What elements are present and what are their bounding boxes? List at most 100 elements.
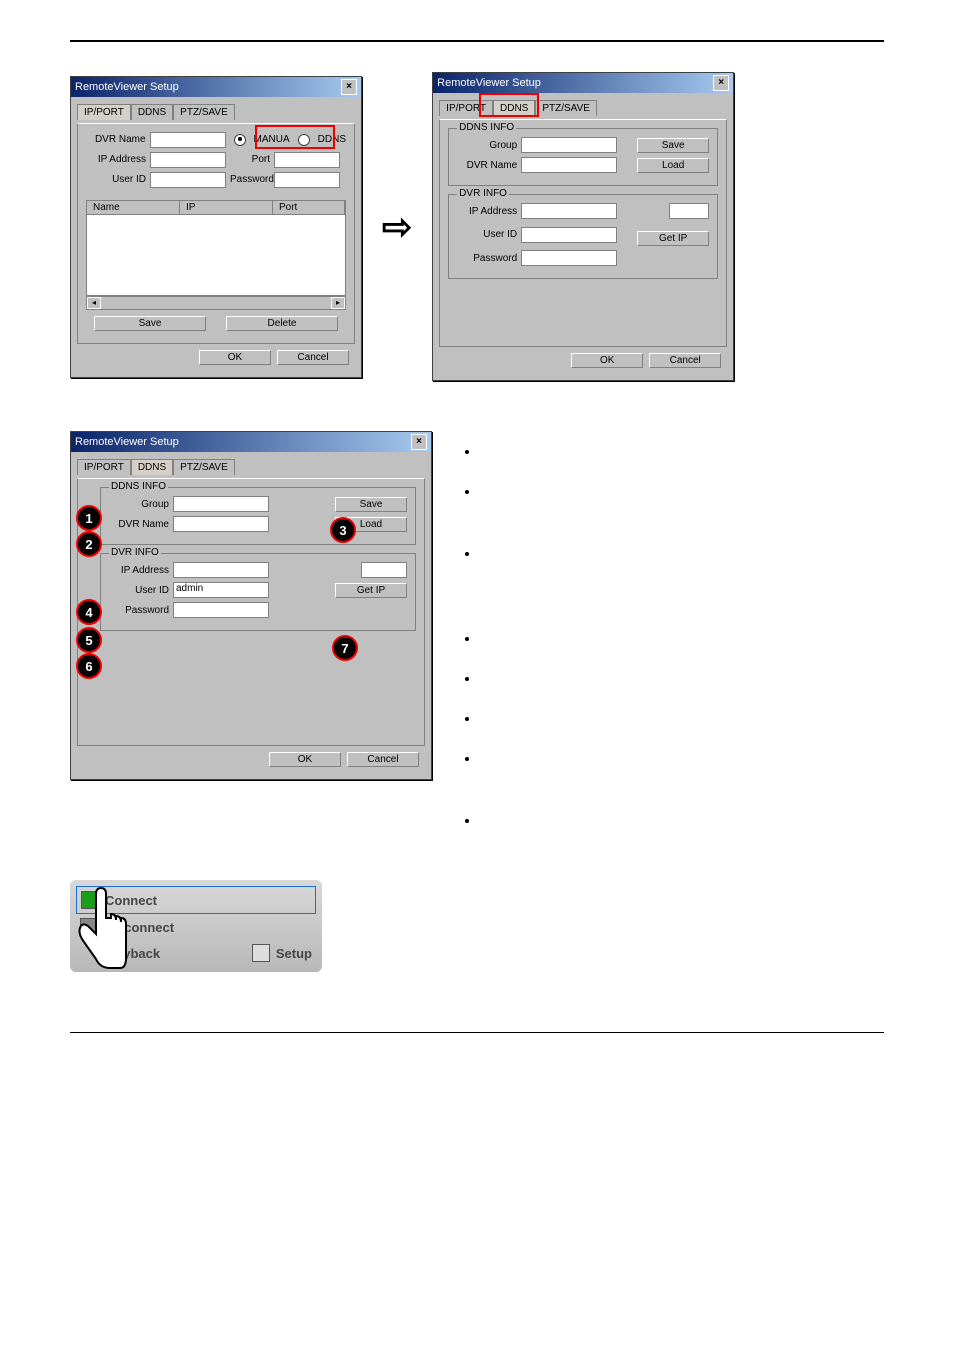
label-dvrname: DVR Name [457, 160, 517, 171]
callout-2: 2 [76, 531, 102, 557]
tab-ptz[interactable]: PTZ/SAVE [173, 104, 235, 120]
password-input[interactable] [521, 250, 617, 266]
dialog-title: RemoteViewer Setup [75, 436, 179, 448]
bullet-item [480, 628, 484, 650]
label-password: Password [230, 174, 270, 185]
bullet-list [462, 441, 484, 850]
userid-input[interactable]: admin [173, 582, 269, 598]
hand-cursor-icon [66, 884, 136, 984]
bullet-item [480, 668, 484, 690]
save-button[interactable]: Save [94, 316, 206, 331]
group-input[interactable] [173, 496, 269, 512]
label-userid: User ID [86, 174, 146, 185]
dialog-ipport: RemoteViewer Setup × IP/PORT DDNS PTZ/SA… [70, 76, 362, 378]
label-port: Port [230, 154, 270, 165]
tab-ddns[interactable]: DDNS [131, 104, 173, 120]
section-ddnsinfo: DDNS INFO [109, 481, 168, 492]
remote-panel: Connect Disconnect ayback Setup [70, 880, 322, 972]
save-button[interactable]: Save [335, 497, 407, 512]
section-ddnsinfo: DDNS INFO [457, 122, 516, 133]
close-icon[interactable]: × [713, 75, 729, 91]
cancel-button[interactable]: Cancel [649, 353, 721, 368]
cancel-button[interactable]: Cancel [277, 350, 349, 365]
dialog-title: RemoteViewer Setup [437, 77, 541, 89]
ipaddress-input[interactable] [521, 203, 617, 219]
password-input[interactable] [173, 602, 269, 618]
tab-ipport[interactable]: IP/PORT [77, 459, 131, 475]
port-input[interactable] [669, 203, 709, 219]
callout-7: 7 [332, 635, 358, 661]
dvrname-input[interactable] [521, 157, 617, 173]
tab-ptz[interactable]: PTZ/SAVE [535, 100, 597, 116]
list-header: Name IP Port [86, 200, 346, 215]
page-header-rule [70, 40, 884, 42]
label-ipaddress: IP Address [457, 206, 517, 217]
callout-4: 4 [76, 599, 102, 625]
list-body[interactable] [86, 215, 346, 296]
tab-ddns[interactable]: DDNS [131, 459, 173, 475]
bullet-item [480, 748, 484, 792]
top-row: RemoteViewer Setup × IP/PORT DDNS PTZ/SA… [70, 72, 884, 381]
ok-button[interactable]: OK [269, 752, 341, 767]
dialog-title: RemoteViewer Setup [75, 81, 179, 93]
dvrname-input[interactable] [150, 132, 226, 148]
tab-ipport[interactable]: IP/PORT [77, 104, 131, 120]
cancel-button[interactable]: Cancel [347, 752, 419, 767]
save-button[interactable]: Save [637, 138, 709, 153]
label-dvrname: DVR Name [86, 134, 146, 145]
col-ip[interactable]: IP [180, 201, 273, 214]
ipaddress-input[interactable] [173, 562, 269, 578]
getip-button[interactable]: Get IP [637, 231, 709, 246]
bullet-item [480, 708, 484, 730]
ok-button[interactable]: OK [571, 353, 643, 368]
section-dvrinfo: DVR INFO [457, 188, 509, 199]
label-group: Group [109, 499, 169, 510]
titlebar: RemoteViewer Setup × [71, 77, 361, 97]
tab-ptz[interactable]: PTZ/SAVE [173, 459, 235, 475]
getip-button[interactable]: Get IP [335, 583, 407, 598]
bullet-item [480, 481, 484, 525]
titlebar: RemoteViewer Setup × [71, 432, 431, 452]
label-ipaddress: IP Address [86, 154, 146, 165]
callout-1: 1 [76, 505, 102, 531]
callout-3: 3 [330, 517, 356, 543]
callout-5: 5 [76, 627, 102, 653]
label-ipaddress: IP Address [109, 565, 169, 576]
col-name[interactable]: Name [87, 201, 180, 214]
userid-input[interactable] [521, 227, 617, 243]
label-dvrname: DVR Name [109, 519, 169, 530]
group-input[interactable] [521, 137, 617, 153]
col-port[interactable]: Port [273, 201, 345, 214]
section-dvrinfo: DVR INFO [109, 547, 161, 558]
label-userid: User ID [457, 229, 517, 240]
dvrname-input[interactable] [173, 516, 269, 532]
delete-button[interactable]: Delete [226, 316, 338, 331]
close-icon[interactable]: × [341, 79, 357, 95]
ipaddress-input[interactable] [150, 152, 226, 168]
page-footer-rule [70, 1032, 884, 1033]
callout-6: 6 [76, 653, 102, 679]
port-input[interactable] [274, 152, 340, 168]
label-userid: User ID [109, 585, 169, 596]
scrollbar[interactable]: ◂▸ [86, 296, 346, 310]
redbox-ddns-radio [255, 125, 335, 149]
arrow-icon: ⇨ [382, 206, 412, 248]
ok-button[interactable]: OK [199, 350, 271, 365]
middle-row: RemoteViewer Setup × IP/PORT DDNS PTZ/SA… [70, 431, 884, 850]
label-password: Password [457, 253, 517, 264]
label-password: Password [109, 605, 169, 616]
port-input[interactable] [361, 562, 407, 578]
bullet-item [480, 810, 484, 832]
dialog-ddns-annotated: RemoteViewer Setup × IP/PORT DDNS PTZ/SA… [70, 431, 432, 780]
radio-manual[interactable] [234, 134, 246, 146]
dialog-ddns: RemoteViewer Setup × IP/PORT DDNS PTZ/SA… [432, 72, 734, 381]
bullet-item [480, 543, 484, 609]
userid-input[interactable] [150, 172, 226, 188]
setup-icon [252, 944, 270, 962]
close-icon[interactable]: × [411, 434, 427, 450]
load-button[interactable]: Load [637, 158, 709, 173]
setup-label[interactable]: Setup [276, 946, 312, 961]
redbox-ddns-tab [479, 93, 539, 117]
password-input[interactable] [274, 172, 340, 188]
label-group: Group [457, 140, 517, 151]
